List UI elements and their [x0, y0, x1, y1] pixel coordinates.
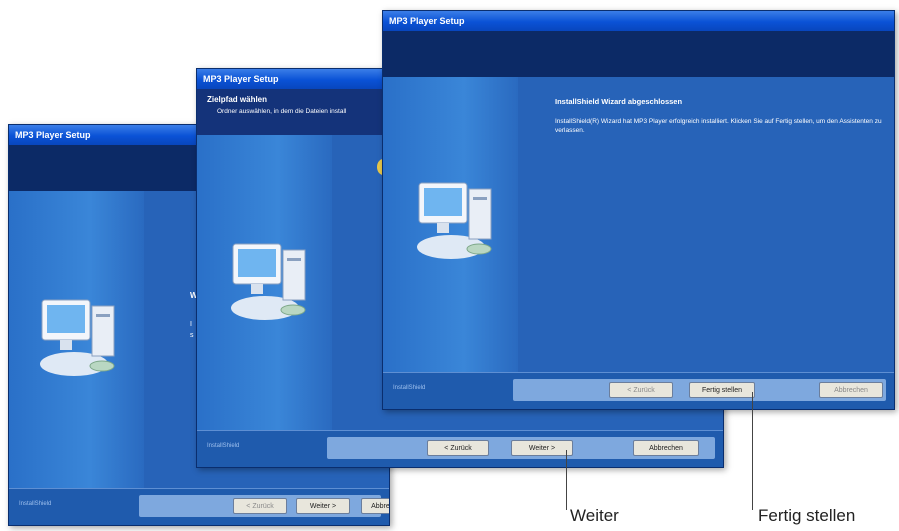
cancel-button[interactable]: Abbrechen [633, 440, 699, 456]
window-1-body-text: s [190, 332, 194, 339]
setup-window-3: MP3 Player Setup InstallShield Wizard ab… [382, 10, 895, 410]
window-1-body-text: I [190, 321, 192, 328]
weiter-callout-line [566, 450, 567, 510]
footer-brand: InstallShield [19, 501, 52, 507]
finish-heading: InstallShield Wizard abgeschlossen [555, 97, 683, 106]
window-2-left-panel [197, 135, 332, 431]
window-3-titlebar[interactable]: MP3 Player Setup [383, 11, 894, 31]
computer-icon [40, 299, 115, 376]
back-button[interactable]: < Zurück [233, 498, 287, 514]
computer-icon [231, 243, 306, 320]
back-button[interactable]: < Zurück [427, 440, 489, 456]
fertig-callout-line [752, 392, 753, 510]
cancel-button[interactable]: Abbrechen [361, 498, 389, 514]
computer-icon [417, 182, 492, 259]
next-button[interactable]: Weiter > [296, 498, 350, 514]
back-button[interactable]: < Zurück [609, 382, 673, 398]
cancel-button[interactable]: Abbrechen [819, 382, 883, 398]
window-2-footer: InstallShield < Zurück Weiter > Abbreche… [197, 430, 723, 467]
footer-brand: InstallShield [207, 443, 240, 449]
window-2-banner-subtitle: Ordner auswählen, in dem die Dateien ins… [217, 108, 347, 115]
window-2-banner-title: Zielpfad wählen [207, 95, 268, 104]
window-3-left-panel [383, 77, 518, 373]
window-3-footer: InstallShield < Zurück Fertig stellen Ab… [383, 372, 894, 409]
next-button[interactable]: Weiter > [511, 440, 573, 456]
window-3-banner [383, 31, 894, 77]
fertig-callout-label: Fertig stellen [758, 506, 856, 525]
finish-button[interactable]: Fertig stellen [689, 382, 755, 398]
window-3-body: InstallShield Wizard abgeschlossen Insta… [383, 77, 894, 373]
footer-brand: InstallShield [393, 385, 426, 391]
window-1-left-panel [9, 191, 144, 489]
finish-message: InstallShield(R) Wizard hat MP3 Player e… [555, 118, 882, 134]
window-1-footer: InstallShield < Zurück Weiter > Abbreche… [9, 488, 389, 525]
weiter-callout-label: Weiter [570, 506, 619, 525]
